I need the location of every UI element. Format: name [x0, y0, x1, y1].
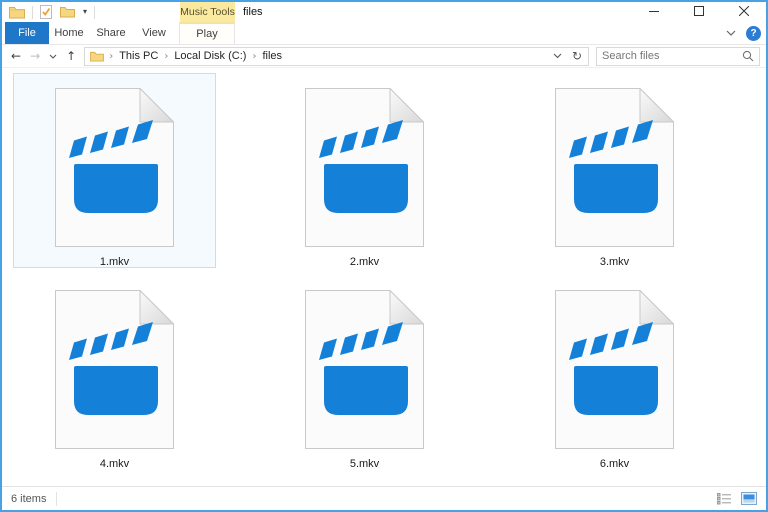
file-name: 1.mkv — [99, 256, 130, 268]
search-box — [596, 46, 760, 66]
file-name: 5.mkv — [349, 458, 380, 470]
tab-play[interactable]: Play — [179, 22, 235, 44]
refresh-icon[interactable]: ↻ — [568, 49, 586, 63]
file-name: 4.mkv — [99, 458, 130, 470]
mkv-file-icon — [55, 289, 175, 449]
breadcrumb-this-pc[interactable]: This PC — [118, 50, 159, 62]
quick-access-toolbar: ▾ — [8, 3, 96, 21]
breadcrumb-local-disk-c[interactable]: Local Disk (C:) — [173, 50, 247, 62]
explorer-folder-icon[interactable] — [8, 5, 26, 20]
help-icon[interactable]: ? — [746, 25, 761, 41]
file-icon-slot — [305, 289, 425, 449]
file-explorer-window: ▾ Music Tools files File Home Share View… — [0, 0, 768, 512]
title-bar: ▾ Music Tools files — [2, 2, 766, 22]
caption-buttons — [631, 2, 766, 22]
window-title: files — [243, 6, 263, 18]
breadcrumb-files[interactable]: files — [261, 50, 283, 62]
address-bar[interactable]: › This PC › Local Disk (C:) › files ↻ — [84, 46, 589, 66]
items-count: 6 items — [11, 492, 47, 505]
file-tile[interactable]: 2.mkv — [263, 73, 466, 268]
file-name: 6.mkv — [599, 458, 630, 470]
large-thumbnails-view-icon[interactable] — [740, 491, 758, 506]
address-dropdown-icon[interactable] — [552, 52, 563, 60]
file-tile[interactable]: 4.mkv — [13, 275, 216, 470]
minimize-button[interactable] — [631, 2, 676, 22]
ribbon-right-controls: ? — [725, 22, 761, 44]
back-icon[interactable]: ← — [10, 50, 22, 62]
file-icon-slot — [555, 87, 675, 247]
close-button[interactable] — [721, 2, 766, 22]
tab-file[interactable]: File — [5, 22, 49, 44]
view-toggle-buttons — [716, 491, 758, 506]
qat-separator — [94, 5, 96, 19]
history-dropdown-icon[interactable] — [48, 53, 58, 60]
file-tile[interactable]: 6.mkv — [513, 275, 716, 470]
search-input[interactable] — [602, 50, 742, 62]
tab-view[interactable]: View — [133, 22, 175, 44]
status-separator — [56, 491, 58, 506]
file-tile[interactable]: 3.mkv — [513, 73, 716, 268]
mkv-file-icon — [555, 289, 675, 449]
status-bar: 6 items — [2, 486, 766, 510]
folder-icon — [90, 51, 105, 62]
qat-separator — [32, 5, 33, 19]
details-view-icon[interactable] — [716, 491, 733, 506]
qat-dropdown-icon[interactable]: ▾ — [82, 3, 88, 21]
contextual-tab-group-label: Music Tools — [180, 2, 235, 22]
breadcrumb-separator: › — [252, 50, 257, 62]
mkv-file-icon — [305, 289, 425, 449]
mkv-file-icon — [555, 87, 675, 247]
file-icon-slot — [55, 87, 175, 247]
file-icon-slot — [305, 87, 425, 247]
breadcrumb-separator: › — [164, 50, 169, 62]
properties-check-icon[interactable] — [39, 4, 53, 20]
search-icon[interactable] — [742, 50, 754, 62]
tab-share[interactable]: Share — [89, 22, 133, 44]
file-icon-slot — [55, 289, 175, 449]
expand-ribbon-chevron-icon[interactable] — [725, 29, 737, 37]
maximize-button[interactable] — [676, 2, 721, 22]
new-folder-icon[interactable] — [59, 5, 76, 19]
forward-icon[interactable]: → — [29, 50, 41, 62]
file-name: 3.mkv — [599, 256, 630, 268]
file-icon-slot — [555, 289, 675, 449]
file-list-area[interactable]: 1.mkv 2.mkv 3.mkv 4.mkv 5.mkv 6.mkv — [2, 68, 766, 486]
address-row: ← → ↑ › This PC › Local Disk (C:) › file… — [2, 45, 766, 68]
breadcrumb-separator: › — [109, 50, 114, 62]
mkv-file-icon — [305, 87, 425, 247]
tab-home[interactable]: Home — [49, 22, 89, 44]
file-tile[interactable]: 5.mkv — [263, 275, 466, 470]
up-icon[interactable]: ↑ — [65, 50, 77, 62]
file-tile[interactable]: 1.mkv — [13, 73, 216, 268]
file-name: 2.mkv — [349, 256, 380, 268]
mkv-file-icon — [55, 87, 175, 247]
ribbon-tab-row: File Home Share View Play ? — [2, 22, 766, 45]
